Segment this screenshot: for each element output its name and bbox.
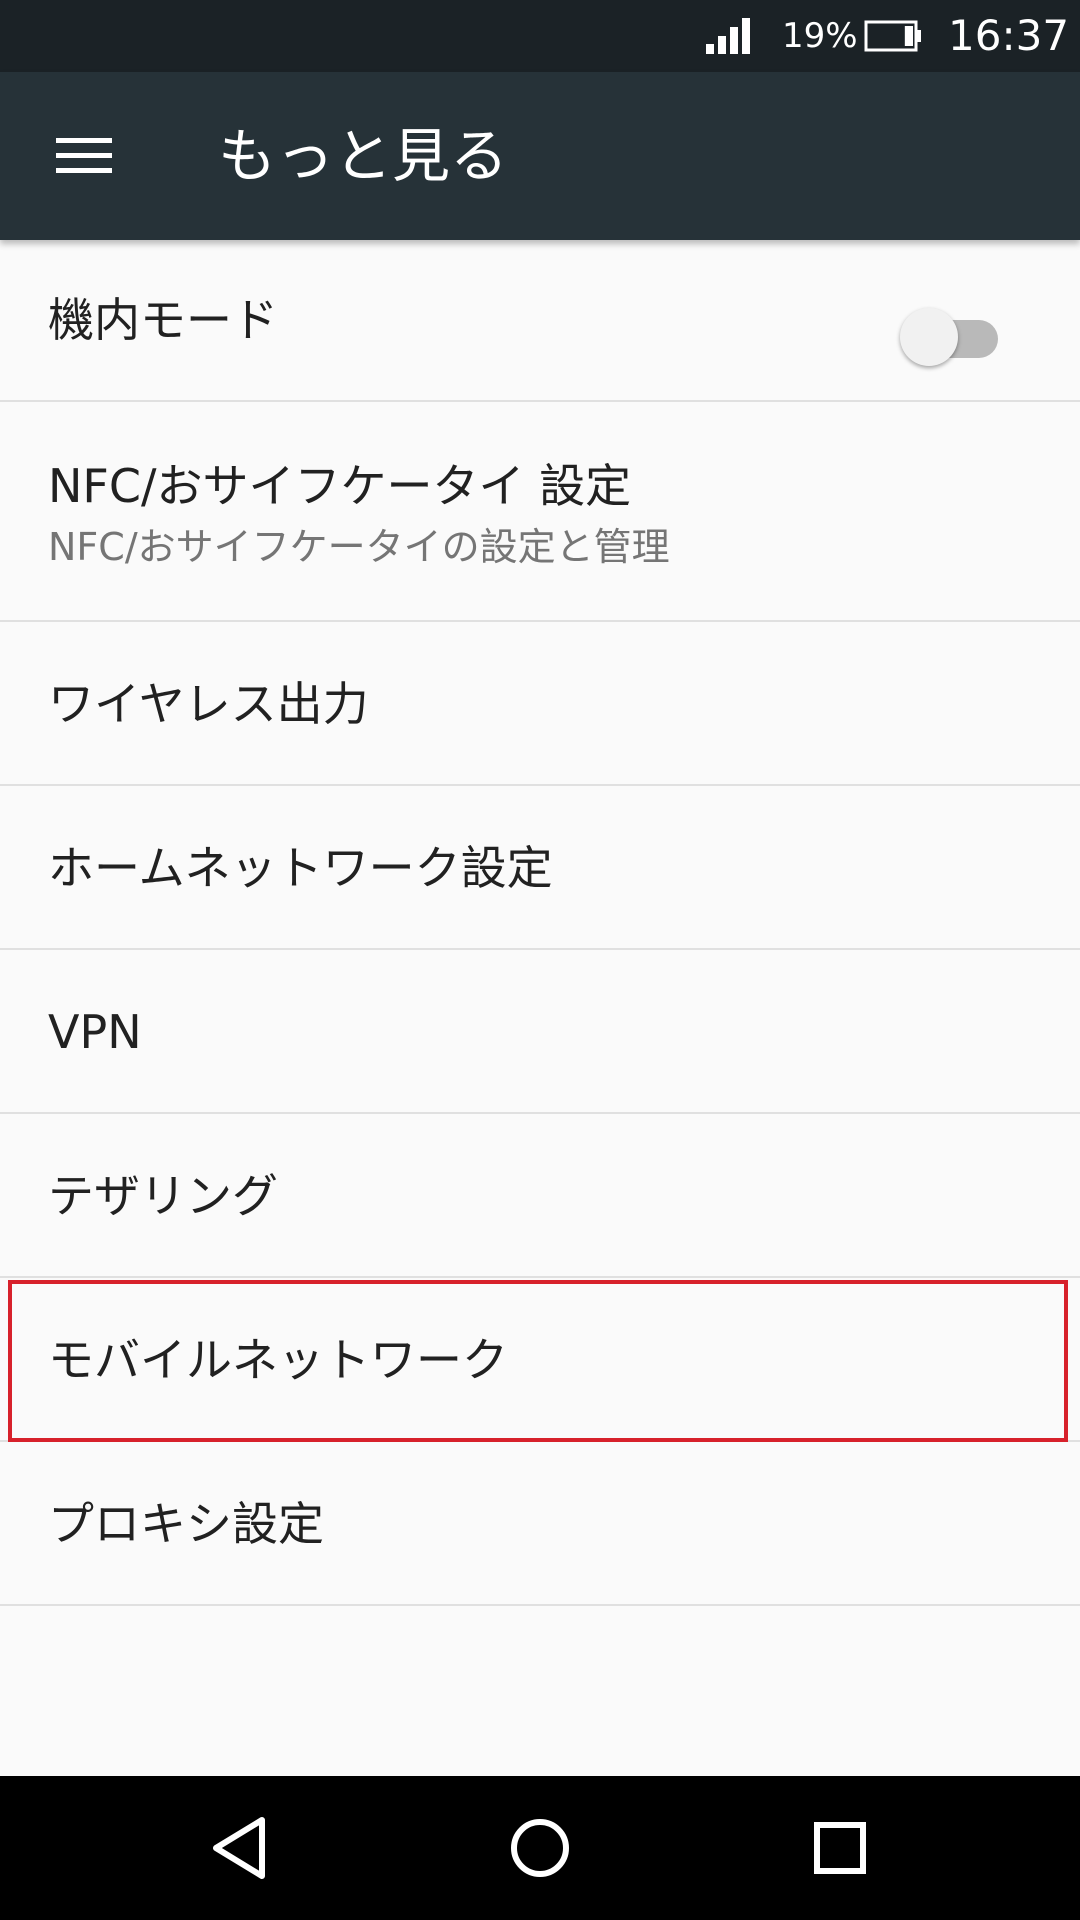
list-item-vpn[interactable]: VPN xyxy=(0,950,1080,1114)
airplane-mode-label: 機内モード xyxy=(48,293,278,347)
mobile-network-label: モバイルネットワーク xyxy=(48,1333,508,1387)
nfc-label: NFC/おサイフケータイ 設定 xyxy=(48,459,632,513)
airplane-mode-toggle[interactable] xyxy=(900,298,1000,366)
recents-button[interactable] xyxy=(790,1798,890,1898)
settings-list: 機内モード NFC/おサイフケータイ 設定 NFC/おサイフケータイの設定と管理… xyxy=(0,240,1080,1606)
list-item-home-network[interactable]: ホームネットワーク設定 xyxy=(0,786,1080,950)
page-title: もっと見る xyxy=(218,122,509,190)
back-button[interactable] xyxy=(190,1798,290,1898)
vpn-label: VPN xyxy=(48,1005,142,1059)
battery-percent: 19% xyxy=(782,16,858,56)
tethering-label: テザリング xyxy=(48,1169,278,1223)
wireless-output-label: ワイヤレス出力 xyxy=(48,677,369,731)
signal-icon xyxy=(706,18,752,54)
list-item-mobile-network[interactable]: モバイルネットワーク xyxy=(0,1278,1080,1442)
app-bar xyxy=(0,72,1080,240)
battery-icon xyxy=(864,18,922,54)
list-item-airplane-mode[interactable]: 機内モード xyxy=(0,240,1080,402)
list-item-tethering[interactable]: テザリング xyxy=(0,1114,1080,1278)
status-bar: 19% 16:37 xyxy=(0,0,1080,72)
list-item-proxy[interactable]: プロキシ設定 xyxy=(0,1442,1080,1606)
navigation-bar xyxy=(0,1776,1080,1920)
list-item-wireless-output[interactable]: ワイヤレス出力 xyxy=(0,622,1080,786)
hamburger-menu-icon xyxy=(56,138,112,173)
nfc-summary: NFC/おサイフケータイの設定と管理 xyxy=(48,525,670,569)
back-icon xyxy=(213,1817,265,1879)
home-icon xyxy=(511,1819,569,1877)
menu-button[interactable] xyxy=(40,116,128,196)
list-item-nfc[interactable]: NFC/おサイフケータイ 設定 NFC/おサイフケータイの設定と管理 xyxy=(0,402,1080,622)
home-button[interactable] xyxy=(490,1798,590,1898)
home-network-label: ホームネットワーク設定 xyxy=(48,841,553,895)
proxy-label: プロキシ設定 xyxy=(48,1497,324,1551)
toggle-thumb xyxy=(900,308,958,366)
recents-icon xyxy=(814,1822,866,1874)
clock: 16:37 xyxy=(948,11,1070,60)
